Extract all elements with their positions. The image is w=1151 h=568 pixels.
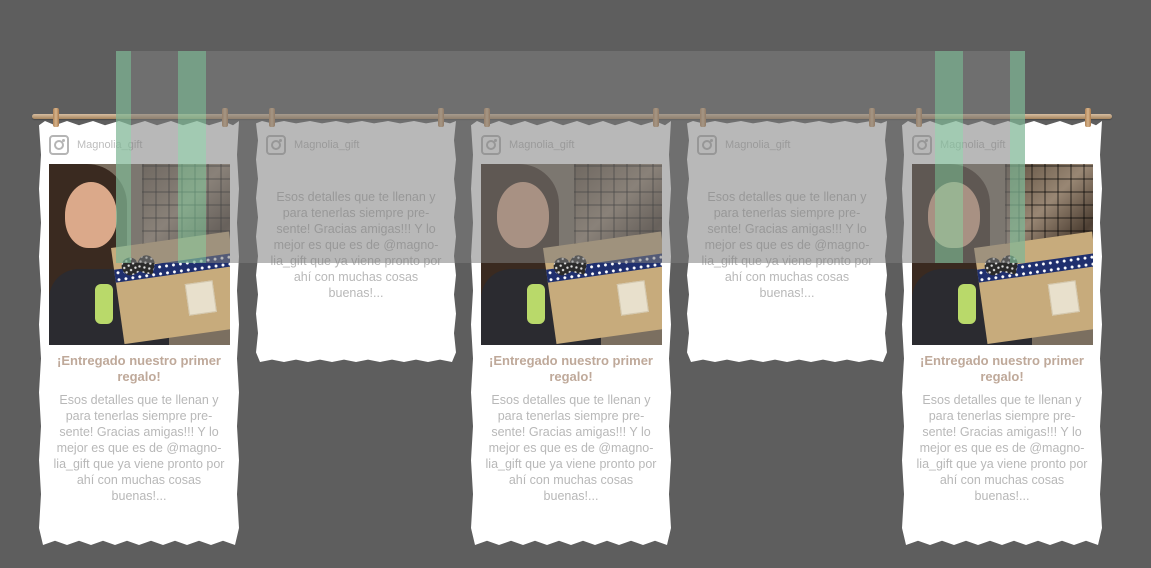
instagram-icon[interactable] (49, 135, 69, 155)
post-header: Magnolia_gift (697, 133, 790, 157)
post-title: ¡Entregado nuestro primer regalo! (57, 353, 221, 384)
clothespin-icon (869, 108, 875, 127)
post-photo[interactable] (912, 164, 1093, 345)
instagram-post-card[interactable]: Magnolia_gift ¡Entregado nuestro primer … (471, 121, 671, 545)
instagram-post-card[interactable]: Magnolia_gift Esos detalles que te llena… (687, 121, 887, 362)
instagram-icon[interactable] (481, 135, 501, 155)
clothespin-icon (700, 108, 706, 127)
post-username[interactable]: Magnolia_gift (725, 139, 790, 151)
post-username[interactable]: Magnolia_gift (940, 139, 1005, 151)
instagram-post-card[interactable]: Magnolia_gift Esos detalles que te llena… (256, 121, 456, 362)
post-photo[interactable] (49, 164, 230, 345)
post-header: Magnolia_gift (481, 133, 574, 157)
post-caption: Esos detalles que te llenan y para tener… (916, 393, 1088, 503)
instagram-post-card[interactable]: Magnolia_gift ¡Entregado nuestro primer … (902, 121, 1102, 545)
instagram-icon[interactable] (266, 135, 286, 155)
clothespin-icon (653, 108, 659, 127)
post-title: ¡Entregado nuestro primer regalo! (489, 353, 653, 384)
clothespin-icon (53, 108, 59, 127)
post-caption: Esos detalles que te llenan y para tener… (701, 190, 873, 300)
post-header: Magnolia_gift (266, 133, 359, 157)
post-username[interactable]: Magnolia_gift (509, 139, 574, 151)
post-photo[interactable] (481, 164, 662, 345)
clothespin-icon (1085, 108, 1091, 127)
post-username[interactable]: Magnolia_gift (294, 139, 359, 151)
clothespin-icon (438, 108, 444, 127)
post-title: ¡Entregado nuestro primer regalo! (920, 353, 1084, 384)
post-username[interactable]: Magnolia_gift (77, 139, 142, 151)
instagram-icon[interactable] (697, 135, 717, 155)
post-header: Magnolia_gift (49, 133, 142, 157)
clothespin-icon (484, 108, 490, 127)
clothespin-icon (269, 108, 275, 127)
clothesline-rope (32, 114, 1112, 119)
clothespin-icon (222, 108, 228, 127)
post-caption: Esos detalles que te llenan y para tener… (270, 190, 442, 300)
post-caption: Esos detalles que te llenan y para tener… (53, 393, 225, 503)
post-caption: Esos detalles que te llenan y para tener… (485, 393, 657, 503)
instagram-icon[interactable] (912, 135, 932, 155)
post-header: Magnolia_gift (912, 133, 1005, 157)
clothespin-icon (916, 108, 922, 127)
instagram-post-card[interactable]: Magnolia_gift ¡Entregado nuestro primer … (39, 121, 239, 545)
